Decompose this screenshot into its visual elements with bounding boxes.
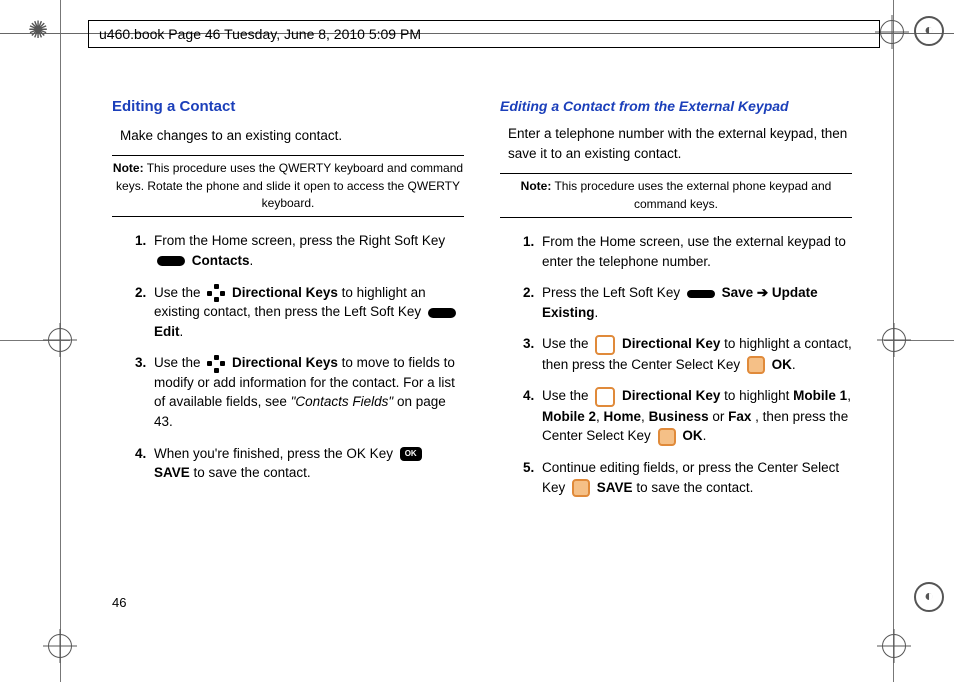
text: Use the: [542, 388, 592, 403]
text: ,: [641, 409, 649, 424]
left-intro: Make changes to an existing contact.: [120, 126, 464, 146]
crop-target-icon: [880, 20, 904, 44]
label: Mobile 1: [793, 388, 847, 403]
note-label: Note:: [113, 161, 144, 175]
label: Directional Keys: [232, 355, 338, 370]
label: Directional Key: [622, 388, 720, 403]
note-text: This procedure uses the QWERTY keyboard …: [116, 161, 463, 210]
document-header: u460.book Page 46 Tuesday, June 8, 2010 …: [88, 20, 880, 48]
text: Use the: [154, 285, 204, 300]
header-text: u460.book Page 46 Tuesday, June 8, 2010 …: [99, 26, 421, 42]
crop-circle-icon: ◐: [914, 582, 944, 612]
label: Contacts: [192, 253, 250, 268]
text: Use the: [154, 355, 204, 370]
text: From the Home screen, use the external k…: [542, 234, 846, 269]
center-select-key-icon: [572, 479, 590, 497]
label: Mobile 2: [542, 409, 596, 424]
crop-circle-icon: ◐: [914, 16, 944, 46]
label: Business: [649, 409, 709, 424]
text: or: [709, 409, 729, 424]
page-number: 46: [112, 595, 126, 610]
text: Press the Left Soft Key: [542, 285, 684, 300]
center-select-key-icon: [747, 356, 765, 374]
crop-target-icon: [48, 328, 72, 352]
label: SAVE: [597, 480, 633, 495]
right-step-2: Press the Left Soft Key Save ➔ Update Ex…: [538, 283, 852, 322]
right-soft-key-icon: [157, 256, 185, 266]
label: Edit: [154, 324, 180, 339]
text: .: [792, 357, 796, 372]
note-label: Note:: [521, 179, 552, 193]
text: ,: [596, 409, 604, 424]
right-steps: From the Home screen, use the external k…: [500, 232, 852, 497]
crop-target-icon: [48, 634, 72, 658]
left-note: Note: This procedure uses the QWERTY key…: [112, 155, 464, 217]
ok-key-icon: OK: [400, 447, 422, 461]
right-step-4: Use the Directional Key to highlight Mob…: [538, 386, 852, 446]
heading-editing-external: Editing a Contact from the External Keyp…: [500, 96, 852, 116]
text: to save the contact.: [636, 480, 753, 495]
text: Use the: [542, 336, 592, 351]
left-column: Editing a Contact Make changes to an exi…: [112, 90, 464, 509]
crop-target-icon: [882, 634, 906, 658]
left-step-3: Use the Directional Keys to move to fiel…: [150, 353, 464, 431]
center-select-key-icon: [658, 428, 676, 446]
label: SAVE: [154, 465, 190, 480]
label: Directional Keys: [232, 285, 338, 300]
left-soft-key-icon: [428, 308, 456, 318]
right-step-5: Continue editing fields, or press the Ce…: [538, 458, 852, 497]
label: Directional Key: [622, 336, 720, 351]
crop-star-icon: ✺: [28, 16, 48, 45]
left-steps: From the Home screen, press the Right So…: [112, 231, 464, 482]
left-step-4: When you're finished, press the OK Key O…: [150, 444, 464, 483]
label: Fax: [728, 409, 751, 424]
text: ,: [847, 388, 851, 403]
directional-key-ring-icon: [595, 387, 615, 407]
text: .: [703, 428, 707, 443]
text: When you're finished, press the OK Key: [154, 446, 397, 461]
text: to highlight: [724, 388, 793, 403]
page-body: Editing a Contact Make changes to an exi…: [112, 90, 852, 610]
label: Home: [604, 409, 642, 424]
text: .: [250, 253, 254, 268]
heading-editing-contact: Editing a Contact: [112, 96, 464, 118]
directional-keys-icon: [207, 355, 225, 373]
right-step-1: From the Home screen, use the external k…: [538, 232, 852, 271]
right-column: Editing a Contact from the External Keyp…: [500, 90, 852, 509]
text: .: [180, 324, 184, 339]
left-step-1: From the Home screen, press the Right So…: [150, 231, 464, 270]
label: OK: [772, 357, 792, 372]
left-step-2: Use the Directional Keys to highlight an…: [150, 283, 464, 342]
note-text: This procedure uses the external phone k…: [551, 179, 831, 210]
directional-keys-icon: [207, 284, 225, 302]
right-note: Note: This procedure uses the external p…: [500, 173, 852, 218]
text: From the Home screen, press the Right So…: [154, 233, 445, 248]
reference: "Contacts Fields": [291, 394, 394, 409]
left-soft-key-icon: [687, 290, 715, 298]
text: .: [595, 305, 599, 320]
label: OK: [682, 428, 702, 443]
text: to save the contact.: [194, 465, 311, 480]
directional-key-ring-icon: [595, 335, 615, 355]
right-intro: Enter a telephone number with the extern…: [508, 124, 852, 163]
right-step-3: Use the Directional Key to highlight a c…: [538, 334, 852, 374]
crop-target-icon: [882, 328, 906, 352]
